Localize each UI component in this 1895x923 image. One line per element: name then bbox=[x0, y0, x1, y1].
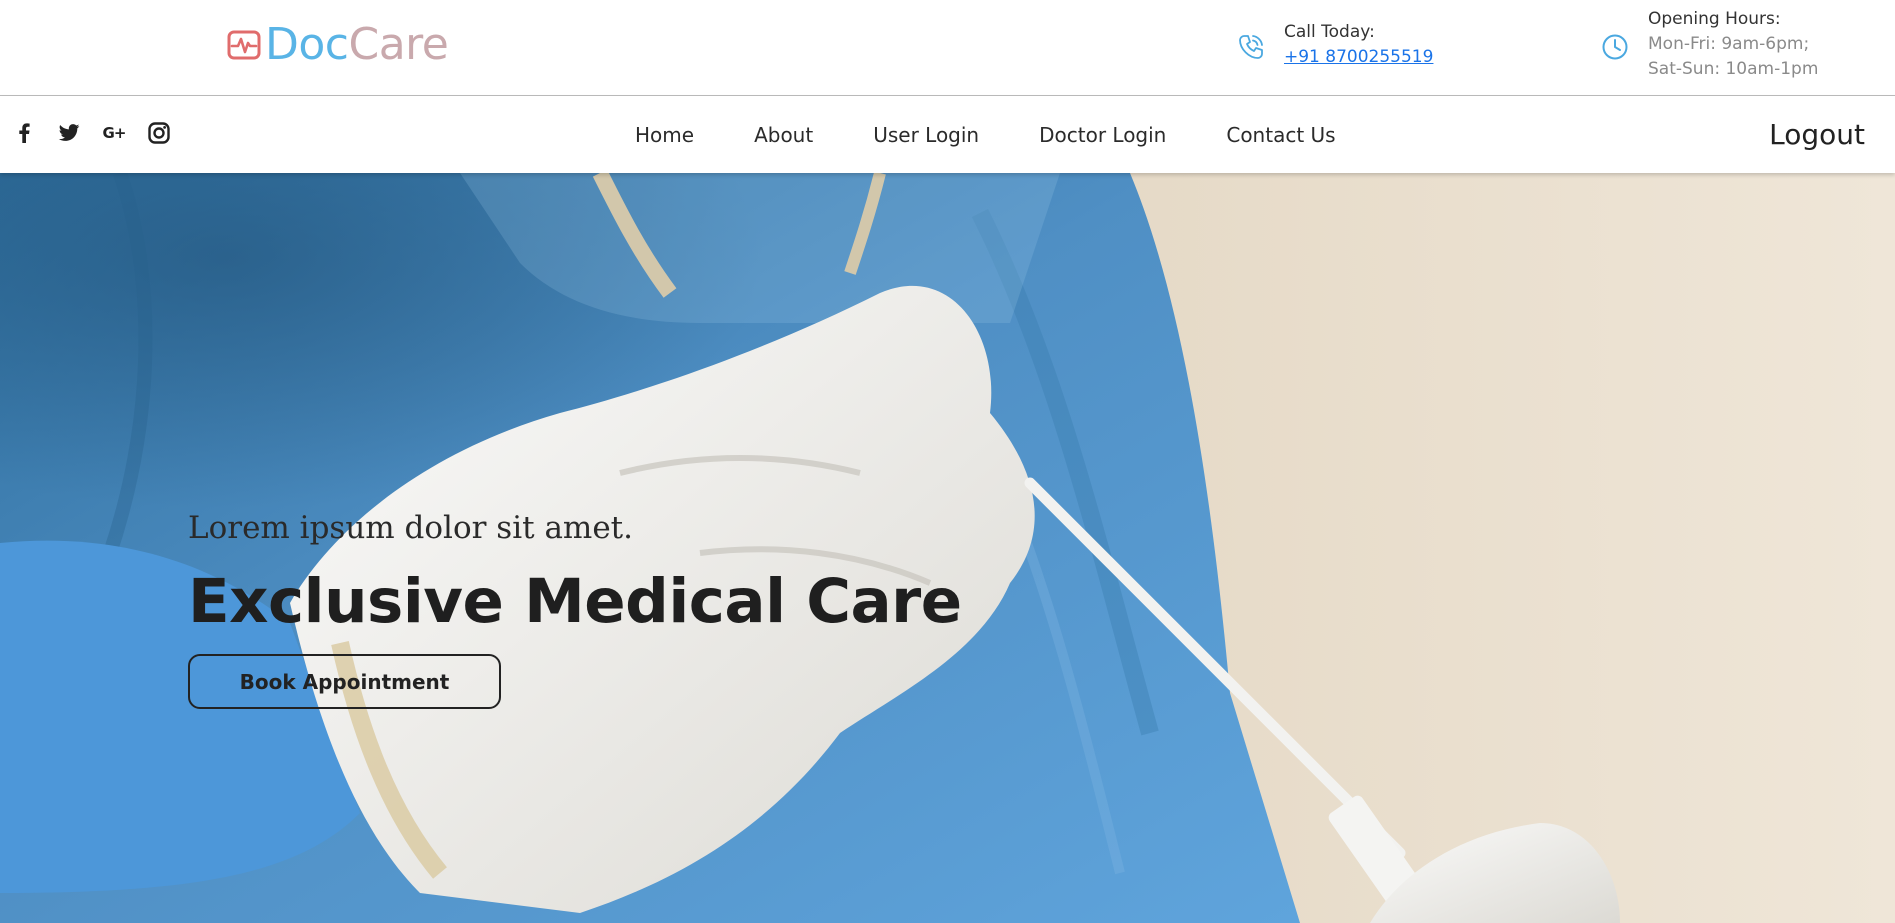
hours-info: Opening Hours: Mon-Fri: 9am-6pm; Sat-Sun… bbox=[1600, 7, 1818, 82]
hero-title: Exclusive Medical Care bbox=[188, 566, 962, 637]
hero-tagline: Lorem ipsum dolor sit amet. bbox=[188, 510, 633, 546]
nav-about[interactable]: About bbox=[754, 123, 813, 147]
hours-title: Opening Hours: bbox=[1648, 9, 1781, 29]
twitter-link[interactable] bbox=[57, 121, 81, 145]
instagram-icon bbox=[148, 122, 170, 144]
google-plus-link[interactable]: G+ bbox=[102, 121, 127, 145]
nav-home[interactable]: Home bbox=[635, 123, 694, 147]
twitter-icon bbox=[58, 124, 80, 141]
hours-weekend: Sat-Sun: 10am-1pm bbox=[1648, 59, 1819, 79]
logout-link[interactable]: Logout bbox=[1769, 96, 1865, 173]
phone-icon bbox=[1239, 35, 1263, 59]
main-menu: Home About User Login Doctor Login Conta… bbox=[635, 96, 1336, 173]
top-header: DocCare Call Today: +91 8700255519 Openi… bbox=[0, 0, 1895, 96]
hero-content: Lorem ipsum dolor sit amet. Exclusive Me… bbox=[188, 508, 1188, 709]
facebook-icon bbox=[19, 123, 30, 143]
nav-contact-us[interactable]: Contact Us bbox=[1226, 123, 1335, 147]
nav-bar: G+ Home About User Login Doctor Login Co… bbox=[0, 96, 1895, 173]
brand-name-care: Care bbox=[348, 19, 449, 70]
brand-logo[interactable]: DocCare bbox=[227, 19, 449, 70]
brand-name: DocCare bbox=[265, 19, 449, 70]
instagram-link[interactable] bbox=[147, 121, 171, 145]
nav-user-login[interactable]: User Login bbox=[873, 123, 979, 147]
call-info: Call Today: +91 8700255519 bbox=[1236, 20, 1433, 70]
social-links: G+ bbox=[12, 121, 192, 145]
brand-name-doc: Doc bbox=[265, 19, 349, 70]
nav-doctor-login[interactable]: Doctor Login bbox=[1039, 123, 1166, 147]
hero-banner: Lorem ipsum dolor sit amet. Exclusive Me… bbox=[0, 173, 1895, 923]
phone-link[interactable]: +91 8700255519 bbox=[1284, 47, 1433, 67]
book-appointment-button[interactable]: Book Appointment bbox=[188, 654, 501, 709]
call-title: Call Today: bbox=[1284, 22, 1375, 42]
hours-weekday: Mon-Fri: 9am-6pm; bbox=[1648, 34, 1810, 54]
heart-pulse-icon bbox=[227, 30, 261, 60]
google-plus-icon: G+ bbox=[102, 124, 127, 142]
clock-icon bbox=[1602, 34, 1628, 60]
facebook-link[interactable] bbox=[12, 121, 36, 145]
